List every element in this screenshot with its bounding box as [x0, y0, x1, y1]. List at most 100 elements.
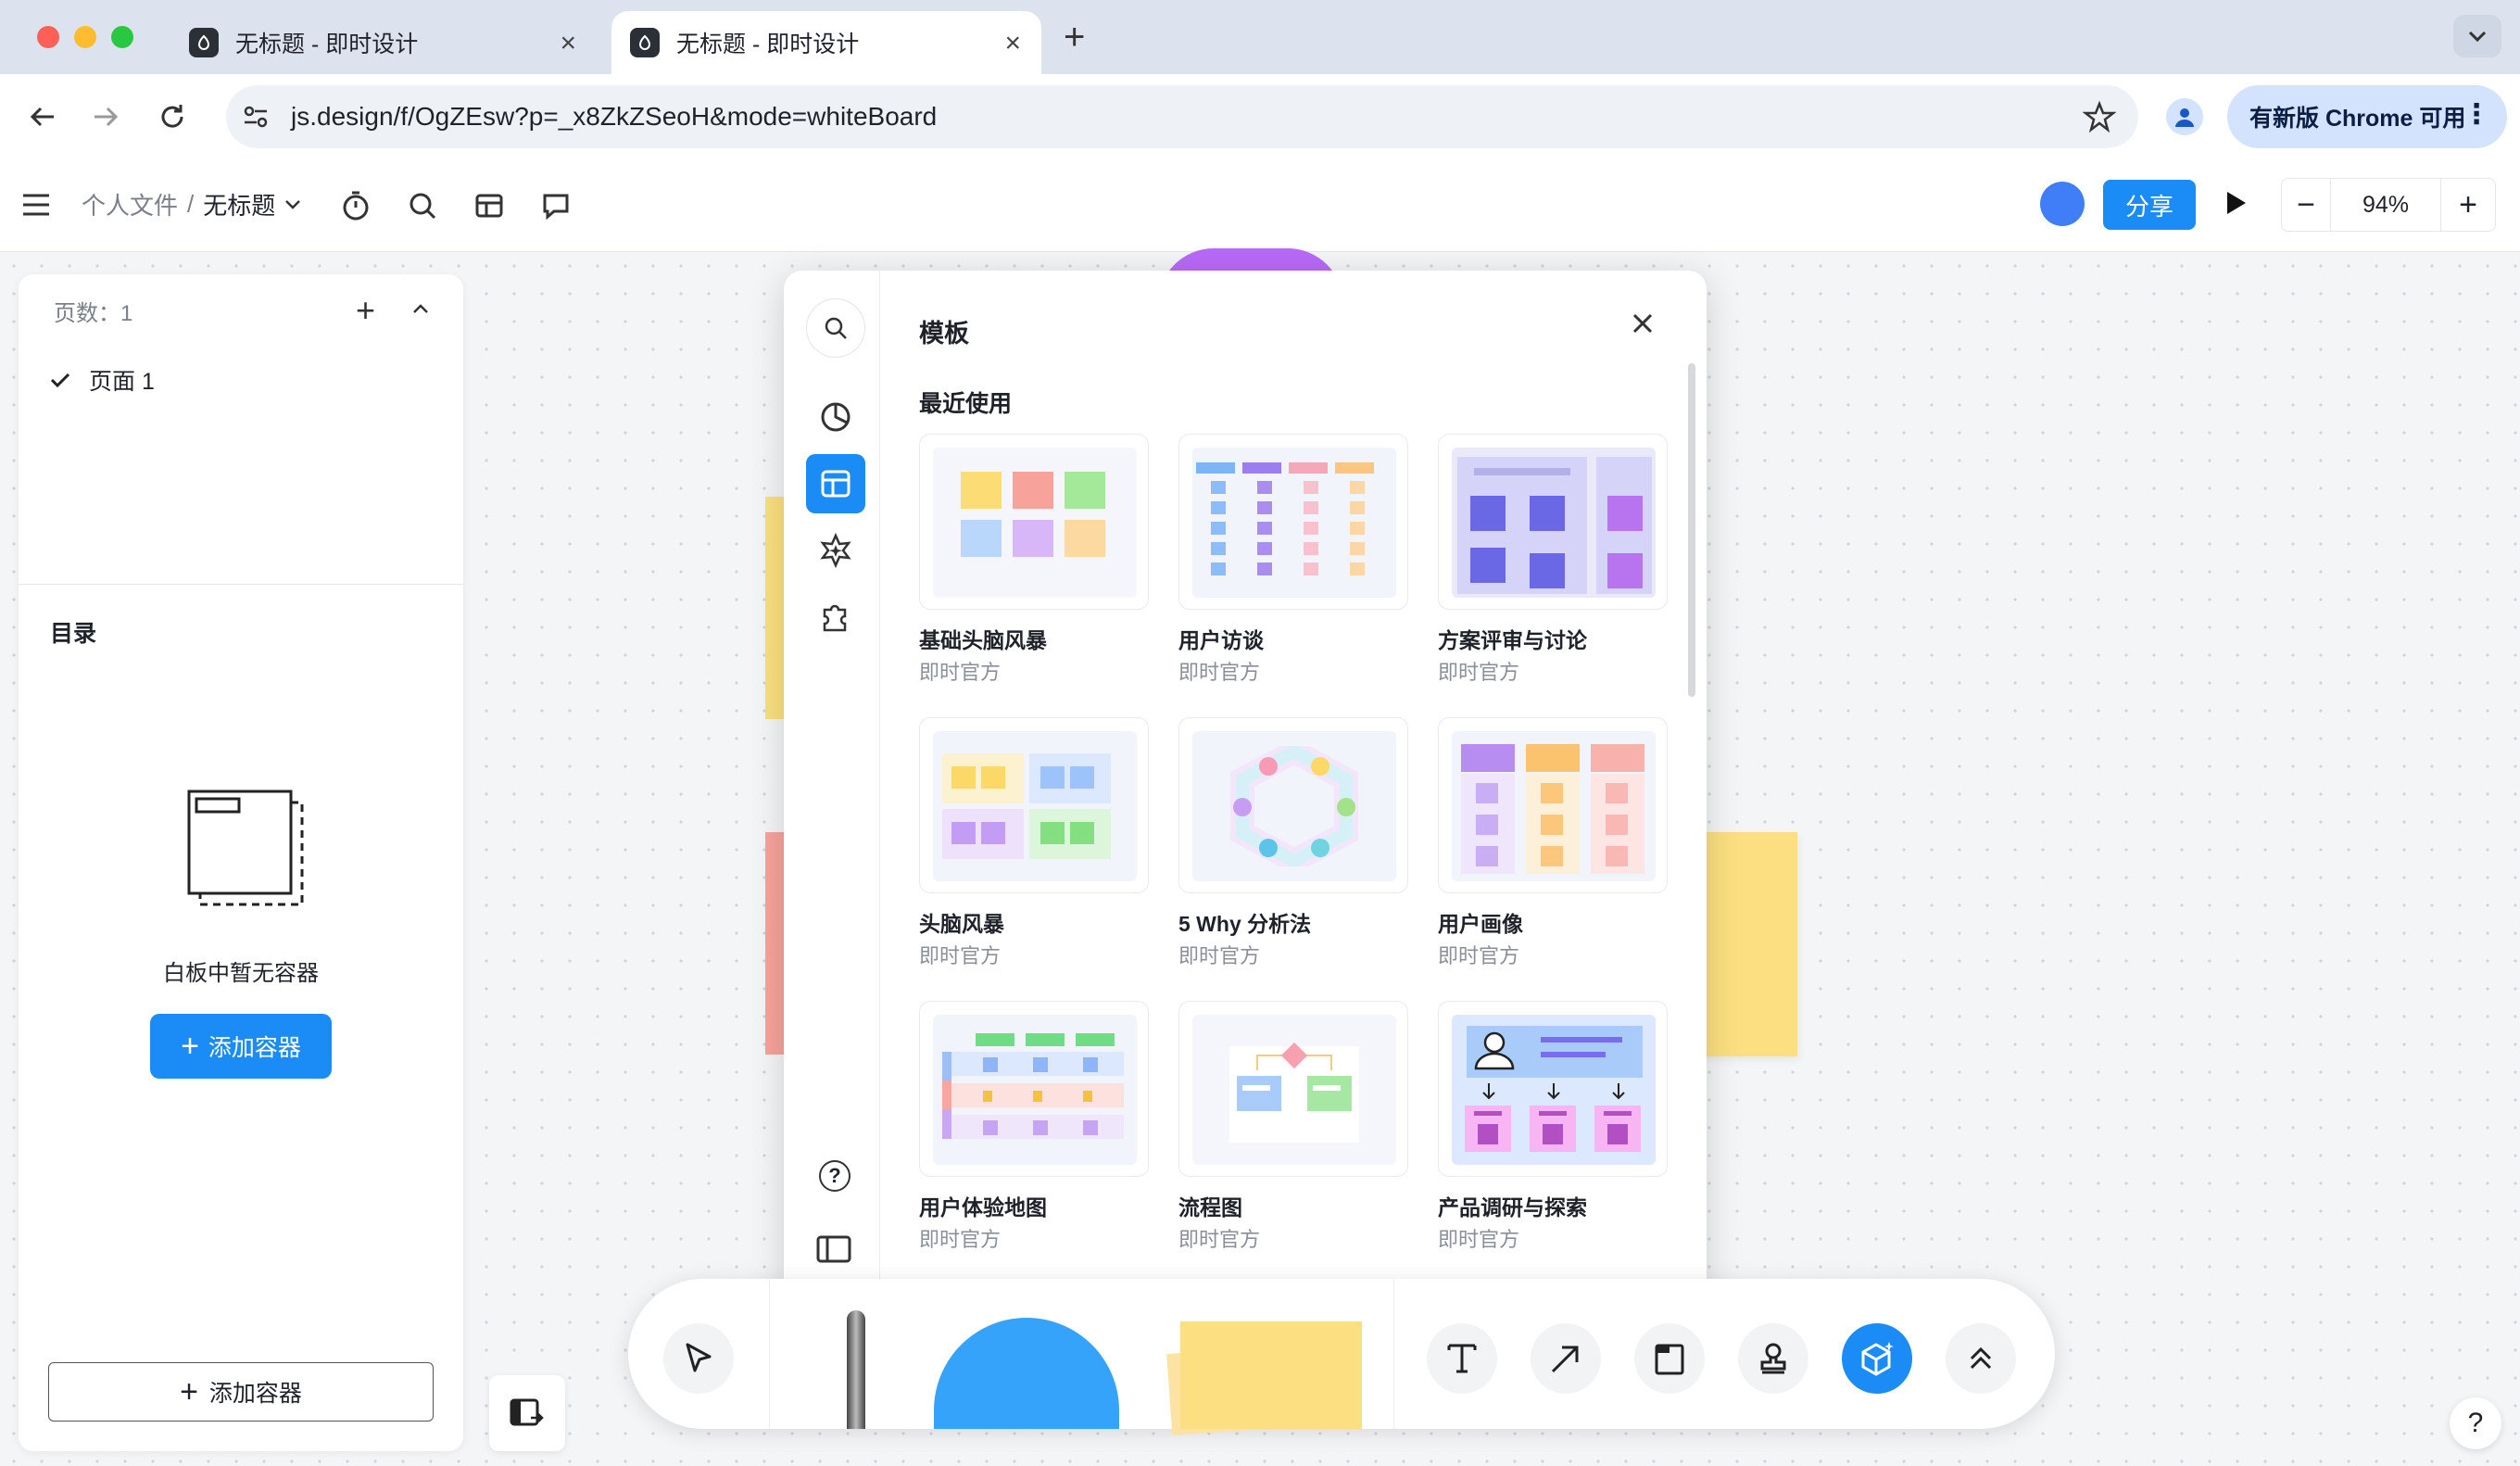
select-cursor-icon[interactable]	[663, 1323, 734, 1394]
zoom-control: − 94% +	[2281, 178, 2496, 232]
comment-icon[interactable]	[536, 185, 576, 226]
template-author: 即时官方	[1178, 944, 1261, 967]
section-title: 最近使用	[919, 391, 1013, 417]
user-avatar[interactable]	[2040, 182, 2085, 226]
template-author: 即时官方	[1438, 944, 1520, 967]
ai-3d-box-icon[interactable]	[1842, 1323, 1912, 1394]
tab-close-icon[interactable]: ×	[1004, 28, 1021, 59]
share-label: 分享	[2124, 192, 2174, 221]
present-play-icon[interactable]	[2222, 189, 2249, 217]
checkmark-icon	[50, 373, 70, 388]
zoom-out-icon[interactable]: −	[2282, 187, 2330, 223]
window-minimize-button[interactable]	[74, 26, 96, 48]
modal-title: 模板	[919, 320, 969, 348]
pen-tool[interactable]	[847, 1310, 865, 1429]
chevron-down-icon[interactable]	[284, 199, 301, 210]
more-menu-icon[interactable]: ⋮	[2463, 98, 2490, 132]
file-title[interactable]: 无标题	[203, 187, 275, 221]
page-item[interactable]: 页面 1	[50, 363, 155, 397]
toolbar-divider	[1393, 1279, 1394, 1429]
template-name[interactable]: 产品调研与探索	[1438, 1190, 1587, 1221]
add-container-label: 添加容器	[208, 1035, 301, 1061]
reload-icon[interactable]	[156, 100, 189, 133]
template-card[interactable]	[1438, 1001, 1668, 1177]
tab-close-icon[interactable]: ×	[560, 28, 576, 59]
template-card[interactable]	[1178, 1001, 1408, 1177]
chevron-up-icon[interactable]	[411, 302, 430, 315]
templates-library-icon[interactable]	[469, 185, 510, 226]
template-author: 即时官方	[1438, 661, 1520, 684]
template-name[interactable]: 用户体验地图	[919, 1190, 1047, 1221]
add-page-icon[interactable]: +	[356, 291, 375, 330]
browser-tab[interactable]: 无标题 - 即时设计 ×	[170, 11, 597, 74]
bookmark-star-icon[interactable]	[2083, 100, 2116, 133]
help-button[interactable]: ?	[2450, 1397, 2501, 1449]
zoom-in-icon[interactable]: +	[2441, 187, 2495, 223]
template-name[interactable]: 头脑风暴	[919, 906, 1004, 938]
back-arrow-icon[interactable]	[26, 100, 59, 133]
toc-title: 目录	[50, 621, 97, 647]
toggle-panel-icon[interactable]	[489, 1375, 565, 1451]
sticky-note-tool[interactable]	[1180, 1321, 1362, 1429]
breadcrumb-parent[interactable]: 个人文件	[82, 187, 178, 221]
tab-search-chevron-icon[interactable]	[2453, 15, 2501, 57]
template-search-icon[interactable]	[806, 298, 865, 358]
template-category-rail: ?	[784, 271, 880, 1307]
featured-star-icon[interactable]	[806, 521, 865, 580]
template-card[interactable]	[1178, 717, 1408, 893]
page-count: 页数：1	[54, 301, 133, 326]
site-settings-icon[interactable]	[239, 100, 272, 133]
browser-tab-active[interactable]: 无标题 - 即时设计 ×	[611, 11, 1041, 74]
add-container-secondary-button[interactable]: + 添加容器	[48, 1362, 434, 1422]
template-modal: ? 模板 最近使用 基础头脑风暴 即时官方 用户访谈 即时官方 方案评审与讨论 …	[784, 271, 1707, 1307]
chrome-update-button[interactable]: 有新版 Chrome 可用 ⋮	[2227, 85, 2507, 148]
template-author: 即时官方	[1178, 661, 1261, 684]
stamp-icon[interactable]	[1738, 1323, 1808, 1394]
jsdesign-favicon-icon	[630, 28, 660, 57]
text-tool-icon[interactable]	[1427, 1323, 1497, 1394]
add-container-primary-button[interactable]: + 添加容器	[150, 1014, 332, 1079]
sidebar-toggle-icon[interactable]	[815, 1234, 852, 1264]
share-button[interactable]: 分享	[2103, 180, 2196, 230]
search-icon[interactable]	[402, 185, 443, 226]
template-card[interactable]	[919, 1001, 1149, 1177]
template-name[interactable]: 用户画像	[1438, 906, 1523, 938]
timer-icon[interactable]	[335, 185, 376, 226]
window-maximize-button[interactable]	[111, 26, 133, 48]
template-card[interactable]	[919, 717, 1149, 893]
close-icon[interactable]	[1629, 310, 1657, 337]
recent-pie-icon[interactable]	[806, 387, 865, 447]
template-name[interactable]: 5 Why 分析法	[1178, 906, 1311, 938]
template-name[interactable]: 基础头脑风暴	[919, 623, 1047, 654]
template-card[interactable]	[1438, 717, 1668, 893]
tab-title: 无标题 - 即时设计	[676, 32, 860, 57]
breadcrumb: 个人文件 / 无标题	[82, 187, 301, 221]
toolbar-divider	[769, 1279, 770, 1429]
add-container-label: 添加容器	[208, 1381, 302, 1407]
template-name[interactable]: 流程图	[1178, 1190, 1242, 1221]
arrow-connector-icon[interactable]	[1531, 1323, 1601, 1394]
main-menu-icon[interactable]	[20, 191, 52, 219]
scrollbar[interactable]	[1688, 363, 1695, 697]
address-bar[interactable]: js.design/f/OgZEsw?p=_x8ZkZSeoH&mode=whi…	[226, 85, 2138, 148]
template-layout-icon[interactable]	[806, 454, 865, 513]
forward-arrow-icon[interactable]	[89, 100, 122, 133]
yellow-sticky-note[interactable]	[1695, 832, 1797, 1056]
empty-state-text: 白板中暂无容器	[163, 961, 319, 986]
profile-avatar-icon[interactable]	[2166, 98, 2203, 135]
template-name[interactable]: 方案评审与讨论	[1438, 623, 1587, 654]
help-icon[interactable]: ?	[819, 1160, 850, 1192]
breadcrumb-separator: /	[187, 190, 195, 218]
template-card[interactable]	[1438, 434, 1668, 610]
expand-chevrons-up-icon[interactable]	[1946, 1323, 2016, 1394]
template-name[interactable]: 用户访谈	[1178, 623, 1264, 654]
zoom-value[interactable]: 94%	[2331, 192, 2440, 219]
template-card[interactable]	[1178, 434, 1408, 610]
window-close-button[interactable]	[37, 26, 59, 48]
new-tab-icon[interactable]: +	[1064, 17, 1085, 58]
container-frame-icon[interactable]	[1634, 1323, 1705, 1394]
plugin-puzzle-icon[interactable]	[806, 588, 865, 647]
template-card[interactable]	[919, 434, 1149, 610]
jsdesign-favicon-icon	[189, 28, 219, 57]
help-icon: ?	[2467, 1408, 2484, 1438]
